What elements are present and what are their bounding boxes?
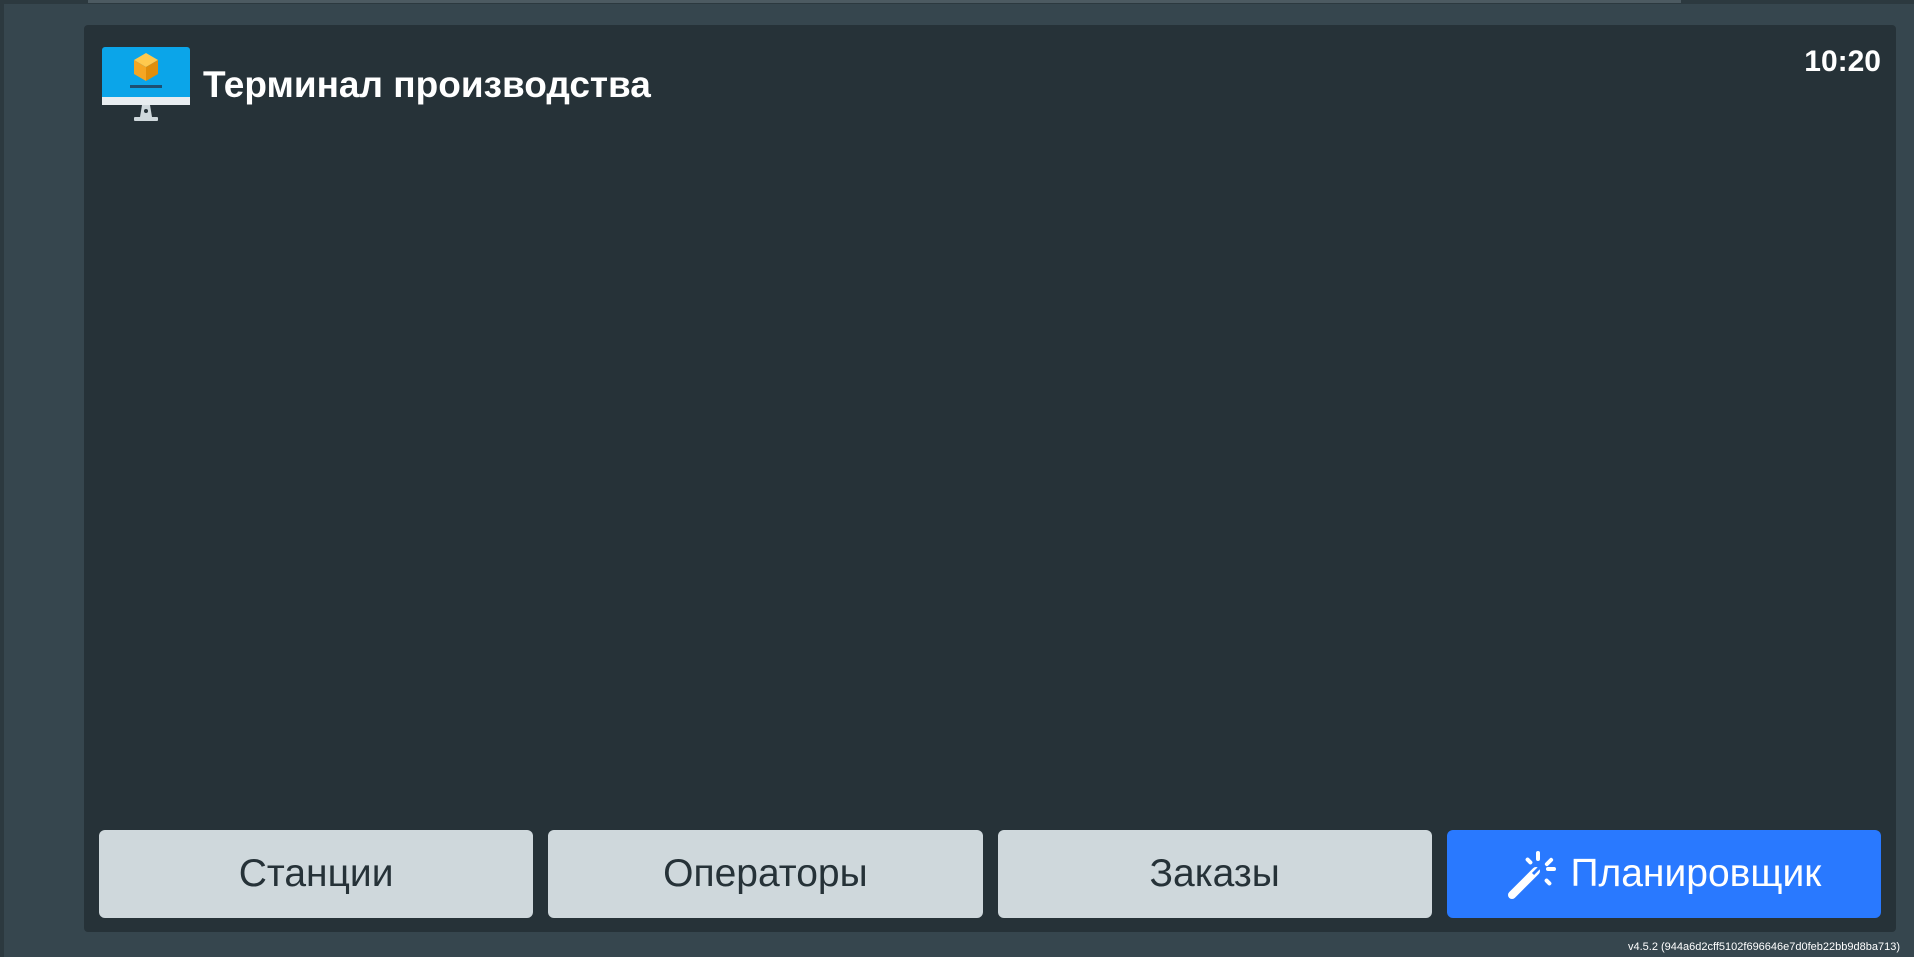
stations-button[interactable]: Станции bbox=[99, 830, 534, 918]
operators-button[interactable]: Операторы bbox=[548, 830, 983, 918]
version-label: v4.5.2 (944a6d2cff5102f696646e7d0feb22bb… bbox=[1628, 941, 1900, 953]
terminal-panel: Терминал производства 10:20 Станции Опер… bbox=[84, 25, 1896, 932]
planner-button-label: Планировщик bbox=[1570, 852, 1822, 895]
terminal-logo-icon bbox=[102, 47, 190, 121]
orders-button-label: Заказы bbox=[1149, 852, 1280, 895]
magic-wand-icon bbox=[1508, 851, 1557, 899]
planner-button[interactable]: Планировщик bbox=[1446, 830, 1881, 918]
nav-buttons: Станции Операторы Заказы Планировщик bbox=[99, 830, 1881, 918]
stations-button-label: Станции bbox=[238, 852, 394, 895]
operators-button-label: Операторы bbox=[663, 852, 868, 895]
top-divider bbox=[88, 0, 1681, 3]
clock: 10:20 bbox=[1804, 45, 1881, 78]
page-title: Терминал производства bbox=[203, 64, 651, 105]
orders-button[interactable]: Заказы bbox=[997, 830, 1432, 918]
